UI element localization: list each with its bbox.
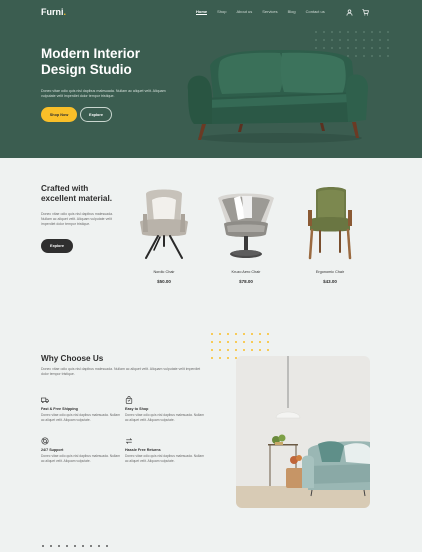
truck-icon bbox=[41, 397, 49, 403]
product-card-nordic-chair[interactable]: Nordic Chair $50.00 bbox=[132, 184, 196, 294]
ergonomic-chair-image bbox=[308, 187, 352, 260]
bottom-dot-pattern bbox=[42, 545, 108, 547]
feature-easy-shop: Easy to Shop Donec vitae odio quis nisl … bbox=[125, 396, 207, 423]
product-price: $78.00 bbox=[239, 279, 253, 284]
feature-title: Easy to Shop bbox=[125, 407, 149, 411]
feature-description: Donec vitae odio quis nisl dapibus males… bbox=[125, 454, 204, 463]
hero-title-line1: Modern Interior bbox=[41, 46, 141, 61]
hero-explore-button[interactable]: Explore bbox=[80, 107, 112, 122]
products-explore-button[interactable]: Explore bbox=[41, 239, 73, 253]
feature-title: Hassle Free Returns bbox=[125, 448, 161, 452]
interior-room-image bbox=[236, 356, 370, 508]
feature-title: 24/7 Support bbox=[41, 448, 64, 452]
feature-fast-shipping: Fast & Free Shipping Donec vitae odio qu… bbox=[41, 396, 123, 423]
user-icon[interactable] bbox=[346, 9, 353, 16]
nav-shop[interactable]: Shop bbox=[217, 9, 226, 15]
hero-description: Donec vitae odio quis nisl dapibus males… bbox=[41, 89, 166, 99]
brand-name: Furni bbox=[41, 7, 64, 17]
product-card-ergonomic-chair[interactable]: Ergonomic Chair $43.00 bbox=[298, 184, 362, 294]
nav-icons bbox=[346, 9, 369, 16]
brand-logo[interactable]: Furni. bbox=[41, 7, 66, 17]
product-price: $50.00 bbox=[157, 279, 171, 284]
feature-description: Donec vitae odio quis nisl dapibus males… bbox=[41, 454, 120, 463]
nav-services[interactable]: Services bbox=[262, 9, 277, 15]
support-icon bbox=[41, 437, 49, 445]
feature-returns: Hassle Free Returns Donec vitae odio qui… bbox=[125, 437, 207, 464]
hero-sofa-image bbox=[187, 50, 368, 143]
why-title: Why Choose Us bbox=[41, 354, 104, 363]
feature-title: Fast & Free Shipping bbox=[41, 407, 78, 411]
product-name: Nordic Chair bbox=[153, 270, 175, 274]
products-description: Donec vitae odio quis nisl dapibus males… bbox=[41, 212, 113, 227]
nav-about[interactable]: About us bbox=[236, 9, 252, 15]
product-name: Kruzo Aero Chair bbox=[231, 270, 261, 274]
nordic-chair-image bbox=[140, 189, 188, 259]
products-title-line1: Crafted with bbox=[41, 184, 89, 193]
product-price: $43.00 bbox=[323, 279, 337, 284]
feature-description: Donec vitae odio quis nisl dapibus males… bbox=[125, 413, 204, 422]
nav-contact[interactable]: Contact us bbox=[306, 9, 325, 15]
hero-title-line2: Design Studio bbox=[41, 62, 132, 77]
nav-home[interactable]: Home bbox=[196, 9, 208, 15]
products-title-line2: excellent material. bbox=[41, 194, 112, 203]
cart-icon[interactable] bbox=[362, 9, 369, 16]
hero-section: Furni. Home Shop About us Services Blog … bbox=[0, 0, 422, 158]
shop-now-button[interactable]: Shop Now bbox=[41, 107, 77, 122]
feature-support: 24/7 Support Donec vitae odio quis nisl … bbox=[41, 437, 123, 464]
return-icon bbox=[125, 438, 133, 444]
products-title: Crafted with excellent material. bbox=[41, 184, 131, 204]
why-description: Donec vitae odio quis nisl dapibus males… bbox=[41, 367, 201, 377]
brand-dot: . bbox=[63, 7, 67, 17]
bag-icon bbox=[125, 396, 133, 404]
hero-title: Modern Interior Design Studio bbox=[41, 46, 181, 78]
product-name: Ergonomic Chair bbox=[315, 270, 345, 274]
feature-description: Donec vitae odio quis nisl dapibus males… bbox=[41, 413, 120, 422]
main-nav: Home Shop About us Services Blog Contact… bbox=[196, 9, 335, 15]
nav-blog[interactable]: Blog bbox=[288, 9, 296, 15]
kruzo-aero-chair-image bbox=[218, 193, 274, 258]
product-card-kruzo-aero-chair[interactable]: Kruzo Aero Chair $78.00 bbox=[214, 184, 278, 294]
